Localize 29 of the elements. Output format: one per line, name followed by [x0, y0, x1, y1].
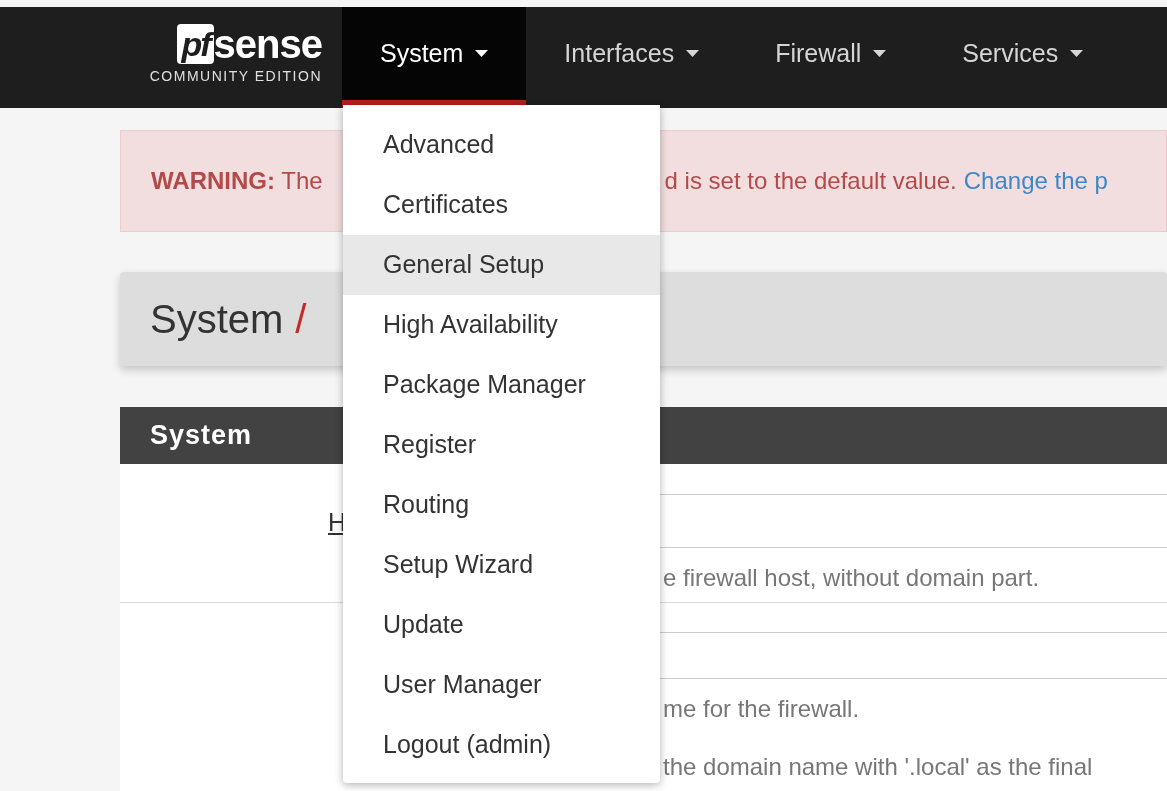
caret-icon — [1070, 49, 1084, 58]
dropdown-item[interactable]: Setup Wizard — [343, 535, 660, 595]
breadcrumb-title: System — [150, 296, 284, 343]
dropdown-item[interactable]: General Setup — [343, 235, 660, 295]
dropdown-item[interactable]: Routing — [343, 475, 660, 535]
dropdown-item[interactable]: Advanced — [343, 115, 660, 175]
help-text: e firewall host, without domain part. — [663, 563, 1041, 593]
dropdown-item[interactable]: User Manager — [343, 655, 660, 715]
help-text: me for the firewall. — [663, 694, 861, 724]
logo-subtitle: COMMUNITY EDITION — [149, 67, 322, 86]
dropdown-item[interactable]: Package Manager — [343, 355, 660, 415]
nav-menu-item[interactable]: Services — [924, 7, 1122, 108]
dropdown-item[interactable]: Logout (admin) — [343, 715, 660, 775]
help-text: the domain name with '.local' as the final — [663, 752, 1094, 782]
nav-menu-item[interactable]: Firewall — [737, 7, 925, 108]
nav-menu-item[interactable]: System — [342, 7, 527, 108]
warning-text: WARNING: The — [151, 166, 323, 196]
caret-icon — [873, 49, 887, 58]
warning-text: d is set to the default value. — [664, 166, 957, 196]
nav-menu-item[interactable]: Interfaces — [526, 7, 738, 108]
caret-icon — [475, 49, 489, 58]
logo-badge: pf — [177, 24, 214, 64]
breadcrumb-separator: / — [295, 296, 307, 343]
dropdown-item[interactable]: High Availability — [343, 295, 660, 355]
dropdown-item[interactable]: Register — [343, 415, 660, 475]
caret-icon — [686, 49, 700, 58]
dropdown-item[interactable]: Certificates — [343, 175, 660, 235]
dropdown-item[interactable]: Update — [343, 595, 660, 655]
panel-title: System — [150, 419, 253, 453]
